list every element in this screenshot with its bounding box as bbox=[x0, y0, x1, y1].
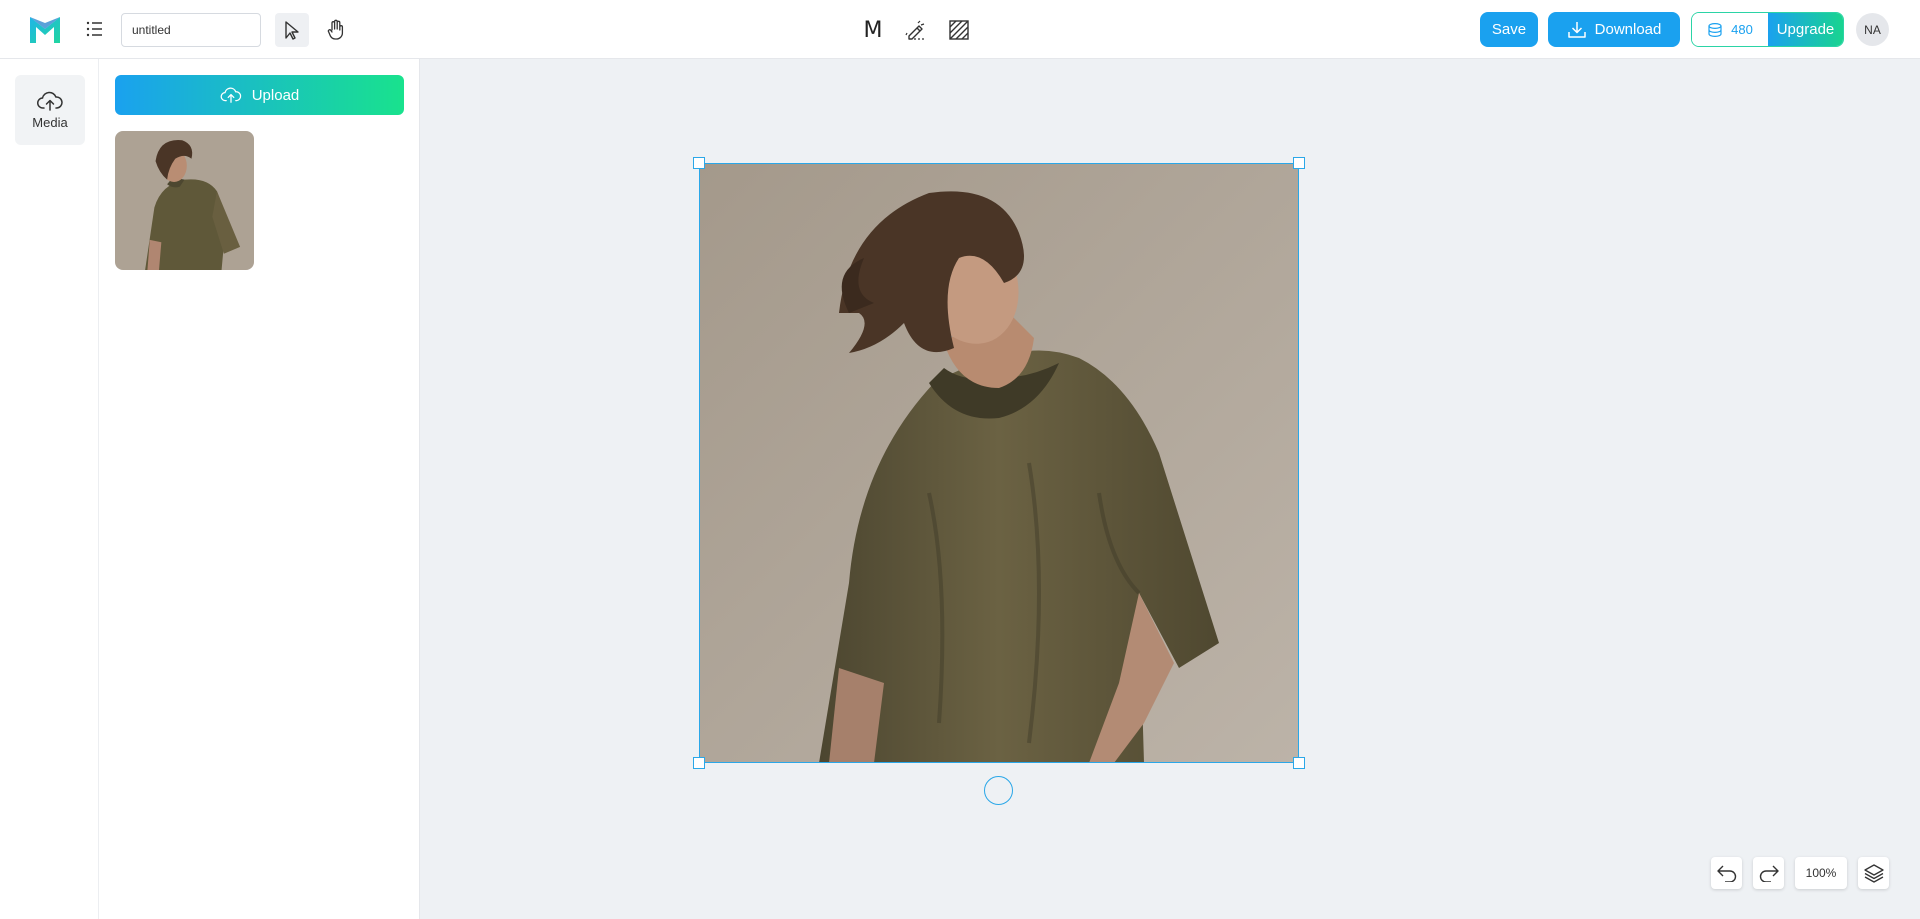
save-button[interactable]: Save bbox=[1480, 12, 1538, 47]
hand-icon bbox=[327, 19, 344, 40]
media-thumbnail[interactable] bbox=[115, 131, 254, 270]
left-rail: Media bbox=[0, 59, 99, 919]
avatar-initials: NA bbox=[1864, 22, 1881, 37]
pan-tool-button[interactable] bbox=[319, 13, 353, 47]
top-toolbar: M Save Download 480 Up bbox=[0, 0, 1920, 59]
save-label: Save bbox=[1491, 21, 1527, 38]
credits-count: 480 bbox=[1731, 22, 1753, 37]
upgrade-button[interactable]: Upgrade bbox=[1768, 13, 1843, 46]
upload-label: Upload bbox=[251, 86, 300, 104]
eraser-pencil-icon bbox=[905, 20, 925, 40]
download-label: Download bbox=[1594, 21, 1662, 38]
pattern-mode-button[interactable] bbox=[942, 13, 976, 47]
resize-handle-bottom-right[interactable] bbox=[1293, 757, 1305, 769]
coins-stack-icon bbox=[1708, 22, 1722, 37]
undo-icon bbox=[1716, 865, 1736, 882]
selection-box bbox=[699, 163, 1299, 763]
erase-mode-button[interactable] bbox=[899, 13, 933, 47]
menu-icon[interactable] bbox=[86, 18, 104, 40]
credits-group: 480 Upgrade bbox=[1691, 12, 1844, 47]
layers-button[interactable] bbox=[1858, 857, 1889, 889]
download-button[interactable]: Download bbox=[1548, 12, 1680, 47]
media-panel: Upload bbox=[99, 59, 420, 919]
cloud-upload-icon bbox=[37, 91, 63, 111]
hatch-pattern-icon bbox=[949, 20, 969, 40]
upgrade-label: Upgrade bbox=[1776, 21, 1835, 38]
rail-item-media[interactable]: Media bbox=[15, 75, 85, 145]
resize-handle-bottom-left[interactable] bbox=[693, 757, 705, 769]
layers-icon bbox=[1863, 864, 1884, 883]
resize-handle-top-left[interactable] bbox=[693, 157, 705, 169]
redo-icon bbox=[1759, 865, 1779, 882]
magic-mode-button[interactable]: M bbox=[856, 13, 890, 47]
upload-button[interactable]: Upload bbox=[115, 75, 404, 115]
document-name-input[interactable] bbox=[121, 13, 261, 47]
redo-button[interactable] bbox=[1753, 857, 1784, 889]
rail-item-media-label: Media bbox=[32, 114, 68, 130]
magic-mode-label: M bbox=[863, 17, 883, 43]
credits-counter[interactable]: 480 bbox=[1692, 13, 1768, 46]
zoom-level[interactable]: 100% bbox=[1795, 857, 1847, 889]
rotate-handle[interactable] bbox=[984, 776, 1013, 805]
pointer-icon bbox=[285, 21, 299, 40]
user-avatar[interactable]: NA bbox=[1856, 13, 1889, 46]
undo-button[interactable] bbox=[1711, 857, 1742, 889]
cloud-upload-icon bbox=[220, 87, 241, 103]
zoom-value: 100% bbox=[1805, 866, 1837, 880]
select-tool-button[interactable] bbox=[275, 13, 309, 47]
resize-handle-top-right[interactable] bbox=[1293, 157, 1305, 169]
app-logo[interactable] bbox=[28, 13, 62, 45]
portrait-thumbnail-image bbox=[115, 131, 254, 270]
download-icon bbox=[1567, 21, 1586, 38]
